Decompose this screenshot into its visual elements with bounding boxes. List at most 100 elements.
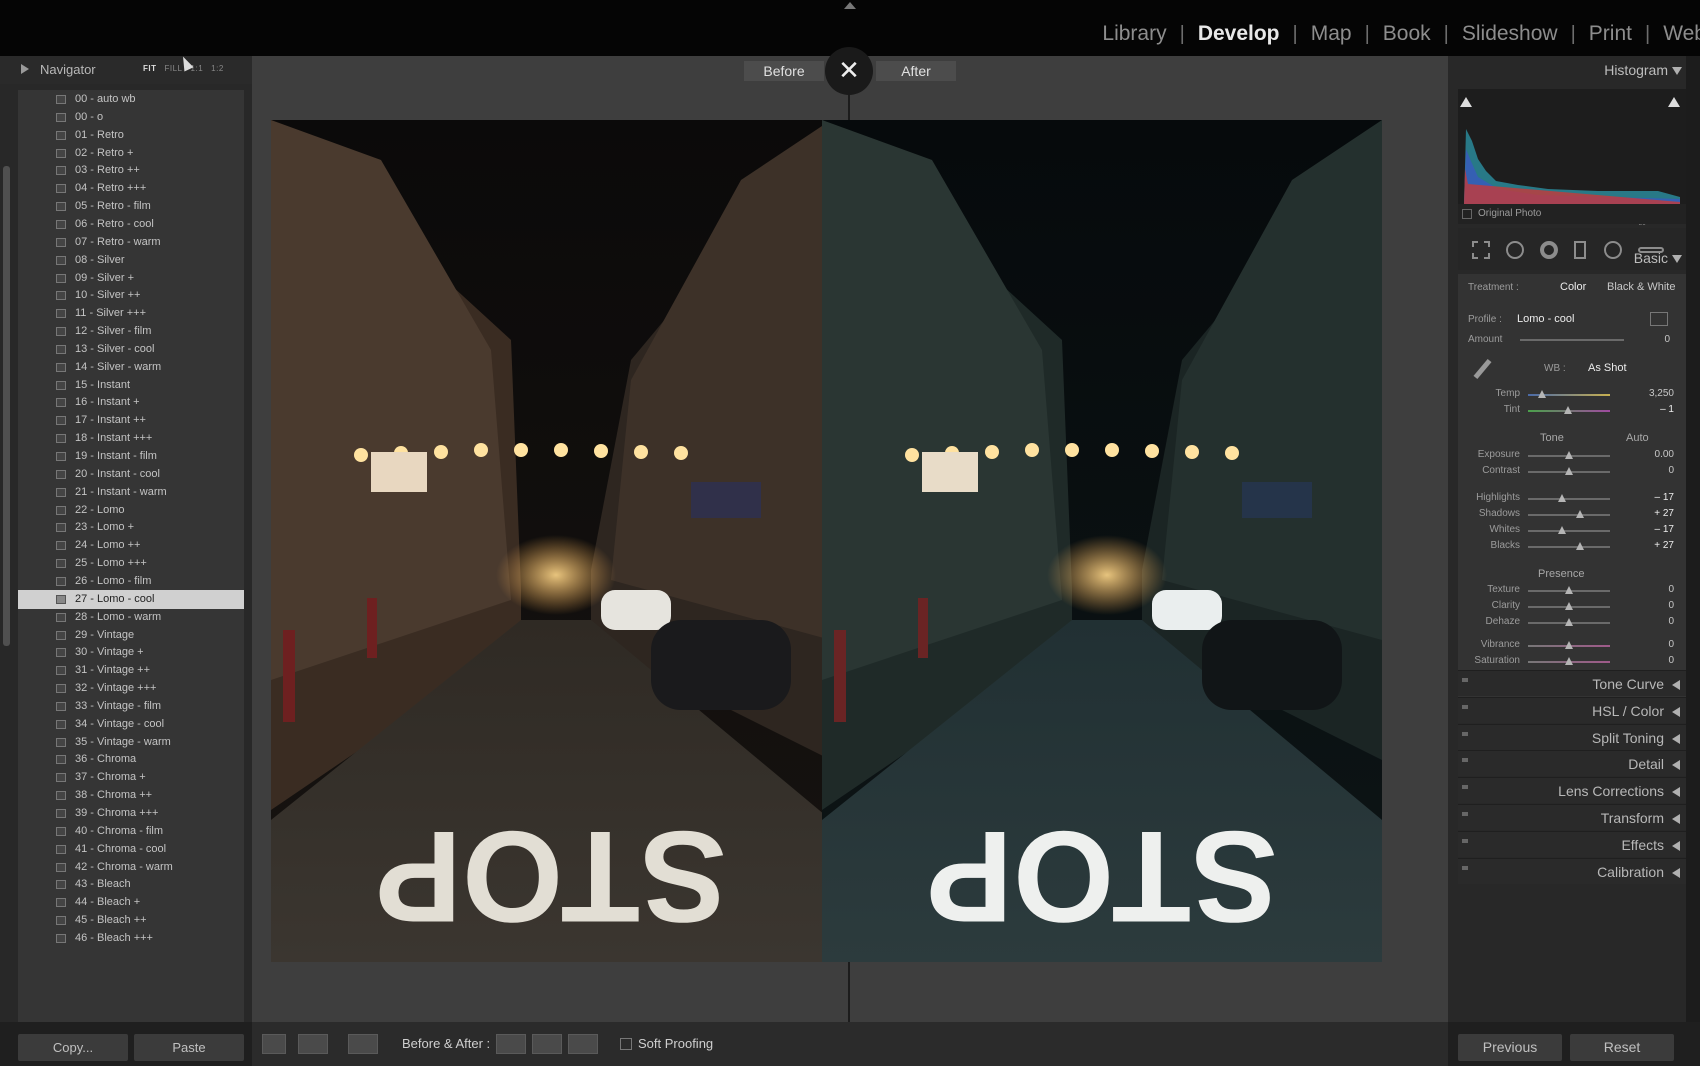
preset-item[interactable]: 15 - Instant [18,376,244,395]
exposure-value[interactable]: 0.00 [1655,449,1674,460]
preset-item[interactable]: 24 - Lomo ++ [18,536,244,555]
section-toggle-switch-icon[interactable] [1462,678,1468,682]
module-develop[interactable]: Develop [1198,22,1280,46]
before-after-view-icon[interactable] [348,1034,378,1054]
section-hsl-color[interactable]: HSL / Color [1458,696,1686,723]
preset-item[interactable]: 36 - Chroma [18,750,244,769]
profile-browser-icon[interactable] [1650,312,1668,326]
preset-item[interactable]: 18 - Instant +++ [18,429,244,448]
module-web[interactable]: Web [1663,22,1700,46]
preset-item[interactable]: 35 - Vintage - warm [18,733,244,752]
vibrance-slider-knob[interactable] [1565,641,1573,649]
treatment-bw-option[interactable]: Black & White [1607,281,1675,293]
spot-removal-icon[interactable] [1506,241,1524,259]
whites-slider[interactable] [1528,530,1610,532]
section-toggle-switch-icon[interactable] [1462,704,1468,709]
preset-item[interactable]: 02 - Retro + [18,144,244,163]
preset-item[interactable]: 37 - Chroma + [18,768,244,787]
preset-item[interactable]: 16 - Instant + [18,393,244,412]
preset-item[interactable]: 45 - Bleach ++ [18,911,244,930]
texture-value[interactable]: 0 [1668,584,1674,595]
amount-value[interactable]: 0 [1644,334,1670,345]
preset-item[interactable]: 10 - Silver ++ [18,286,244,305]
preset-item[interactable]: 22 - Lomo [18,501,244,520]
expand-section-icon[interactable] [1672,706,1680,717]
preset-item[interactable]: 42 - Chroma - warm [18,858,244,877]
preset-item[interactable]: 31 - Vintage ++ [18,661,244,680]
collapse-basic-icon[interactable] [1672,255,1682,263]
preset-item[interactable]: 43 - Bleach [18,875,244,894]
preset-item[interactable]: 34 - Vintage - cool [18,715,244,734]
blacks-slider-knob[interactable] [1575,542,1584,550]
section-toggle-switch-icon[interactable] [1462,812,1468,816]
preset-item[interactable]: 23 - Lomo + [18,518,244,537]
white-balance-selector-icon[interactable] [1470,358,1494,384]
highlights-slider[interactable] [1528,498,1610,500]
dehaze-slider-knob[interactable] [1565,618,1573,626]
preset-item[interactable]: 28 - Lomo - warm [18,608,244,627]
section-tone-curve[interactable]: Tone Curve [1458,670,1686,696]
treatment-color-option[interactable]: Color [1560,281,1586,293]
preset-item[interactable]: 38 - Chroma ++ [18,786,244,805]
clarity-slider-knob[interactable] [1565,602,1573,610]
expand-section-icon[interactable] [1672,760,1680,771]
temp-value[interactable]: 3,250 [1649,388,1674,399]
preset-item[interactable]: 03 - Retro ++ [18,161,244,180]
section-toggle-switch-icon[interactable] [1462,731,1468,736]
expand-section-icon[interactable] [1672,840,1680,851]
copy-before-to-after-icon[interactable] [496,1034,526,1054]
expand-section-icon[interactable] [1672,814,1680,824]
radial-filter-icon[interactable] [1604,241,1622,259]
contrast-value[interactable]: 0 [1668,465,1674,476]
profile-value[interactable]: Lomo - cool [1517,313,1574,325]
expand-triangle-icon[interactable] [21,64,29,74]
preset-item[interactable]: 19 - Instant - film [18,447,244,466]
preset-item[interactable]: 14 - Silver - warm [18,358,244,377]
section-calibration[interactable]: Calibration [1458,857,1686,884]
saturation-value[interactable]: 0 [1668,655,1674,666]
section-toggle-switch-icon[interactable] [1462,838,1468,843]
zoom-option[interactable]: FILL [165,64,183,73]
preset-item[interactable]: 44 - Bleach + [18,893,244,912]
preset-item[interactable]: 41 - Chroma - cool [18,840,244,859]
graduated-filter-icon[interactable] [1574,241,1586,259]
module-map[interactable]: Map [1311,22,1352,46]
module-book[interactable]: Book [1383,22,1431,46]
dehaze-value[interactable]: 0 [1668,616,1674,627]
expand-section-icon[interactable] [1672,867,1680,878]
paste-button[interactable]: Paste [134,1034,244,1061]
preset-item[interactable]: 04 - Retro +++ [18,179,244,198]
loupe-view-icon[interactable] [262,1034,286,1054]
tint-slider-knob[interactable] [1564,406,1573,414]
shadows-slider-knob[interactable] [1575,510,1584,518]
saturation-slider-knob[interactable] [1565,657,1573,665]
original-photo-toggle[interactable]: Original Photo [1458,204,1686,224]
preset-item[interactable]: 12 - Silver - film [18,322,244,341]
section-toggle-switch-icon[interactable] [1462,865,1468,870]
reference-view-icon[interactable] [298,1034,328,1054]
close-compare-icon[interactable]: ✕ [825,47,873,95]
red-eye-icon[interactable] [1540,241,1558,259]
right-panel-scrollbar[interactable] [1686,56,1700,1066]
amount-track[interactable] [1520,339,1624,341]
module-print[interactable]: Print [1589,22,1632,46]
section-transform[interactable]: Transform [1458,804,1686,830]
whites-value[interactable]: – 17 [1655,524,1674,535]
zoom-option[interactable]: FIT [143,64,157,73]
module-slideshow[interactable]: Slideshow [1462,22,1558,46]
tone-auto-button[interactable]: Auto [1626,432,1649,444]
previous-button[interactable]: Previous [1458,1034,1562,1061]
preset-item[interactable]: 07 - Retro - warm [18,233,244,252]
swap-before-after-icon[interactable] [568,1034,598,1054]
preset-item[interactable]: 17 - Instant ++ [18,411,244,430]
preset-item[interactable]: 06 - Retro - cool [18,215,244,234]
section-toggle-switch-icon[interactable] [1462,785,1468,790]
copy-button[interactable]: Copy... [18,1034,128,1061]
preset-item[interactable]: 00 - o [18,108,244,127]
preset-item[interactable]: 00 - auto wb [18,90,244,109]
temp-slider-knob[interactable] [1537,390,1546,398]
navigator-header[interactable]: Navigator FIT FILL 1:1 1:2 [0,56,252,84]
collapse-triangle-icon[interactable] [1672,67,1682,75]
preset-item[interactable]: 08 - Silver [18,251,244,270]
preset-item[interactable]: 11 - Silver +++ [18,304,244,323]
